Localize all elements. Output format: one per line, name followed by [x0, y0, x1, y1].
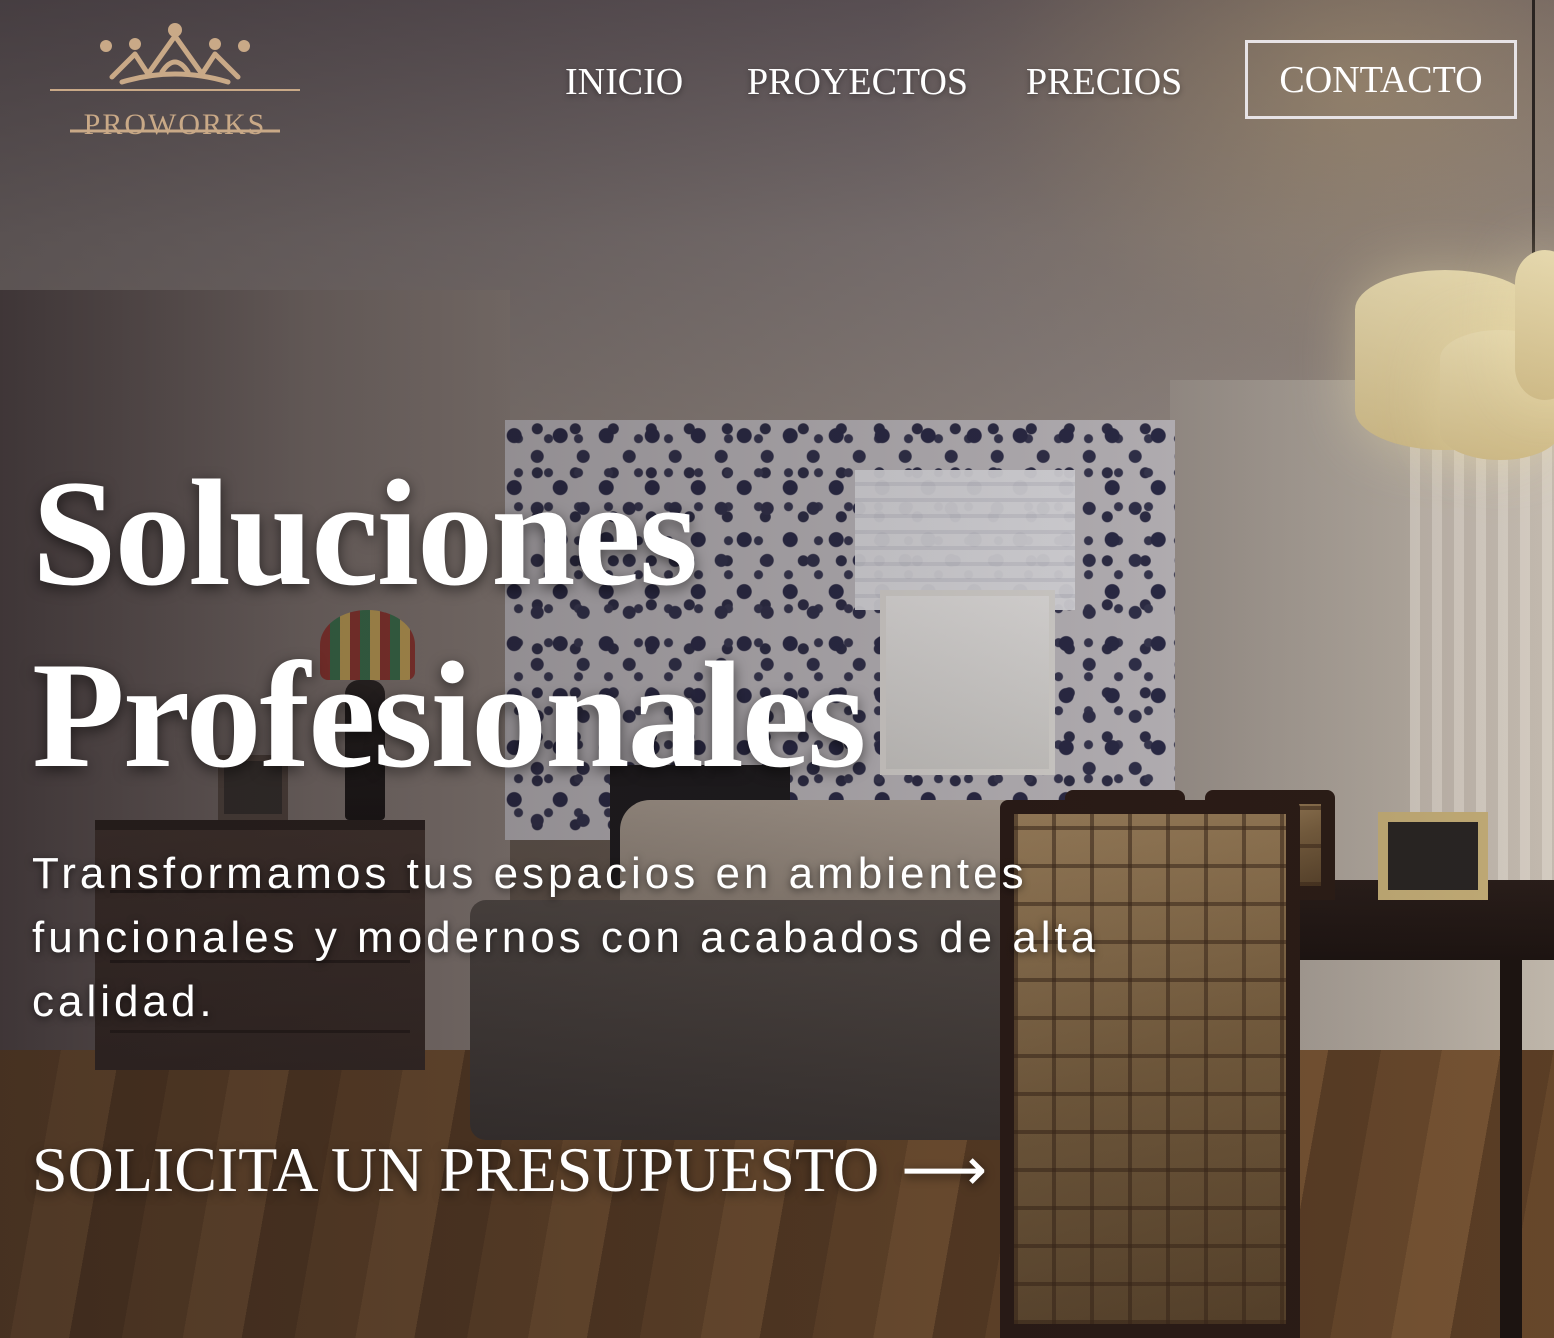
arrow-right-icon: ⟶ — [901, 1135, 988, 1205]
request-quote-label: SOLICITA UN PRESUPUESTO — [32, 1134, 880, 1205]
hero-title-line-1: Soluciones — [32, 449, 698, 617]
hero-title: Soluciones Profesionales — [32, 442, 866, 806]
brand-logo[interactable]: PROWORKS — [50, 22, 300, 141]
hero-subtitle: Transformamos tus espacios en ambientes … — [32, 849, 1100, 1026]
brand-name: PROWORKS — [83, 108, 267, 141]
contact-button[interactable]: CONTACTO — [1245, 40, 1517, 119]
site-header: PROWORKS INICIO PROYECTOS PRECIOS CONTAC… — [0, 0, 1554, 150]
nav-link-precios[interactable]: PRECIOS — [1026, 63, 1182, 101]
request-quote-button[interactable]: SOLICITA UN PRESUPUESTO ⟶ — [32, 1138, 987, 1202]
hero-title-line-2: Profesionales — [32, 631, 866, 799]
nav-link-proyectos[interactable]: PROYECTOS — [747, 63, 968, 101]
nav-link-inicio[interactable]: INICIO — [565, 63, 683, 101]
